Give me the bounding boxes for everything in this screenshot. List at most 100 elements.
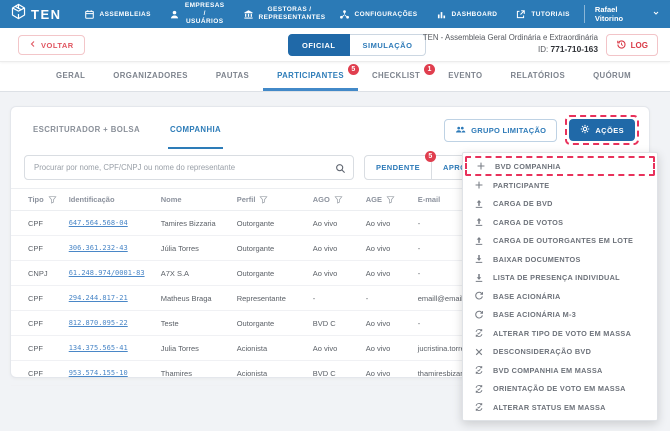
refresh-icon (473, 310, 484, 320)
history-icon (616, 39, 627, 52)
menu-item-bvd-companhia-em-massa[interactable]: BVD COMPANHIA EM MASSA (463, 361, 657, 380)
ten-logo[interactable]: TEN (10, 3, 62, 25)
cell-perfil: Outorgante (230, 310, 307, 336)
menu-item-label: CARGA DE BVD (493, 199, 553, 209)
plus-icon (473, 180, 484, 190)
mode-simulation-button[interactable]: SIMULAÇÃO (349, 34, 427, 56)
nav-item-gestoras-representantes[interactable]: GESTORAS / REPRESENTANTES (243, 5, 326, 22)
menu-item-carga-de-outorgantes-em-lote[interactable]: CARGA DE OUTORGANTES EM LOTE (463, 232, 657, 251)
cell-age: Ao vivo (359, 310, 412, 336)
tab-evento[interactable]: EVENTO (434, 62, 496, 91)
download-icon (473, 254, 484, 264)
cell-age: Ao vivo (359, 260, 412, 286)
cell-identificacao: 306.361.232-43 (62, 235, 155, 261)
tab-checklist[interactable]: CHECKLIST 1 (358, 62, 436, 91)
cell-ago: Ao vivo (306, 335, 360, 361)
log-button[interactable]: LOG (605, 34, 658, 56)
nav-item-configuracoes[interactable]: CONFIGURAÇÕES (339, 9, 418, 20)
menu-item-carga-de-bvd[interactable]: CARGA DE BVD (463, 195, 657, 214)
header-actions: GRUPO LIMITAÇÃO AÇÕES (444, 115, 639, 145)
identificacao-link[interactable]: 306.361.232-43 (69, 244, 128, 252)
chevron-down-icon (652, 9, 660, 19)
filter-icon[interactable] (259, 195, 268, 204)
identificacao-link[interactable]: 134.375.565-41 (69, 344, 128, 352)
group-limit-button[interactable]: GRUPO LIMITAÇÃO (444, 118, 558, 142)
cell-perfil: Acionista (230, 335, 307, 361)
menu-item-label: BAIXAR DOCUMENTOS (493, 254, 581, 264)
identificacao-link[interactable]: 61.248.974/0001-83 (69, 269, 145, 277)
user-menu[interactable]: Rafael Vitorino (583, 5, 660, 23)
cell-age: Ao vivo (359, 235, 412, 261)
identificacao-link[interactable]: 294.244.817-21 (69, 294, 128, 302)
filter-icon[interactable] (334, 195, 343, 204)
subtab-escriturador-bolsa[interactable]: ESCRITURADOR + BOLSA (31, 111, 142, 149)
menu-item-participante[interactable]: PARTICIPANTE (463, 176, 657, 195)
menu-item-alterar-tipo-de-voto-em-massa[interactable]: ALTERAR TIPO DE VOTO EM MASSA (463, 324, 657, 343)
filter-icon[interactable] (48, 195, 57, 204)
pending-filter-button[interactable]: PENDENTE 5 (364, 151, 437, 180)
menu-item-base-acionaria[interactable]: BASE ACIONÁRIA (463, 287, 657, 306)
cell-perfil: Representante (230, 285, 307, 311)
column-header-tipo: Tipo (11, 188, 63, 211)
tab-quorum[interactable]: QUÓRUM (579, 62, 645, 91)
nav-item-label: CONFIGURAÇÕES (354, 10, 418, 18)
card-header: ESCRITURADOR + BOLSA COMPANHIA GRUPO LIMI… (11, 107, 649, 149)
search-input[interactable] (24, 155, 354, 180)
tab-geral[interactable]: GERAL (42, 62, 99, 91)
menu-item-base-acionaria-m-3[interactable]: BASE ACIONÁRIA M-3 (463, 306, 657, 325)
tab-relatorios[interactable]: RELATÓRIOS (497, 62, 580, 91)
pending-count-badge: 5 (425, 151, 437, 162)
nav-item-assembleias[interactable]: ASSEMBLEIAS (84, 9, 151, 20)
mode-official-button[interactable]: OFICIAL (288, 34, 350, 56)
menu-item-label: BASE ACIONÁRIA (493, 291, 561, 301)
menu-item-bvd-companhia[interactable]: BVD COMPANHIA (465, 156, 655, 176)
upload-icon (473, 199, 484, 209)
identificacao-link[interactable]: 812.870.095-22 (69, 319, 128, 327)
nav-item-dashboard[interactable]: DASHBOARD (436, 9, 498, 20)
cell-tipo: CPF (11, 335, 63, 361)
upload-icon (473, 236, 484, 246)
subtab-companhia[interactable]: COMPANHIA (167, 111, 224, 149)
cell-ago: Ao vivo (306, 235, 360, 261)
mode-toggle: OFICIAL SIMULAÇÃO (288, 34, 427, 56)
nav-item-empresas-usuarios[interactable]: EMPRESAS / USUÁRIOS (169, 2, 225, 26)
identificacao-link[interactable]: 647.564.568-04 (69, 219, 128, 227)
nav-item-tutoriais[interactable]: TUTORIAIS (515, 9, 570, 20)
column-label: Tipo (28, 195, 44, 204)
menu-item-desconsideracao-bvd[interactable]: DESCONSIDERAÇÃO BVD (463, 343, 657, 362)
search-icon[interactable] (335, 161, 346, 179)
nav-item-label: TUTORIAIS (531, 10, 570, 18)
menu-item-orientacao-de-voto-em-massa[interactable]: ORIENTAÇÃO DE VOTO EM MASSA (463, 380, 657, 399)
menu-item-alterar-status-em-massa[interactable]: ALTERAR STATUS EM MASSA (463, 398, 657, 417)
menu-item-baixar-documentos[interactable]: BAIXAR DOCUMENTOS (463, 250, 657, 269)
settings-icon (339, 9, 350, 20)
column-header-nome: Nome (154, 188, 231, 211)
identificacao-link[interactable]: 953.574.155-10 (69, 369, 128, 377)
tab-organizadores[interactable]: ORGANIZADORES (99, 62, 202, 91)
menu-item-label: BASE ACIONÁRIA M-3 (493, 310, 577, 320)
cell-tipo: CPF (11, 360, 63, 386)
cell-nome: Thamires (154, 360, 231, 386)
menu-item-label: BVD COMPANHIA EM MASSA (493, 365, 603, 375)
menu-item-lista-de-presenca-individual[interactable]: LISTA DE PRESENÇA INDIVIDUAL (463, 269, 657, 288)
back-button[interactable]: VOLTAR (18, 35, 85, 55)
actions-button[interactable]: AÇÕES (569, 119, 635, 141)
calendar-icon (84, 9, 95, 20)
cell-ago: - (306, 285, 360, 311)
column-label: AGE (365, 195, 382, 204)
tab-pautas[interactable]: PAUTAS (202, 62, 263, 91)
user-name: Rafael Vitorino (594, 5, 624, 23)
tab-label: QUÓRUM (593, 70, 631, 80)
filter-icon[interactable] (386, 195, 395, 204)
top-navbar: TEN ASSEMBLEIAS EMPRESAS / USUÁRIOS GESTOR… (0, 0, 670, 28)
chevron-left-icon (29, 40, 37, 50)
cell-age: Ao vivo (359, 360, 412, 386)
menu-item-carga-de-votos[interactable]: CARGA DE VOTOS (463, 213, 657, 232)
tab-participantes[interactable]: PARTICIPANTES 5 (263, 62, 359, 91)
tab-label: RELATÓRIOS (510, 70, 566, 80)
cell-tipo: CPF (11, 235, 63, 261)
column-label: Identificação (68, 195, 115, 204)
nav-item-label: GESTORAS / REPRESENTANTES (258, 5, 326, 21)
cell-tipo: CPF (11, 285, 63, 311)
cell-identificacao: 294.244.817-21 (62, 285, 155, 311)
